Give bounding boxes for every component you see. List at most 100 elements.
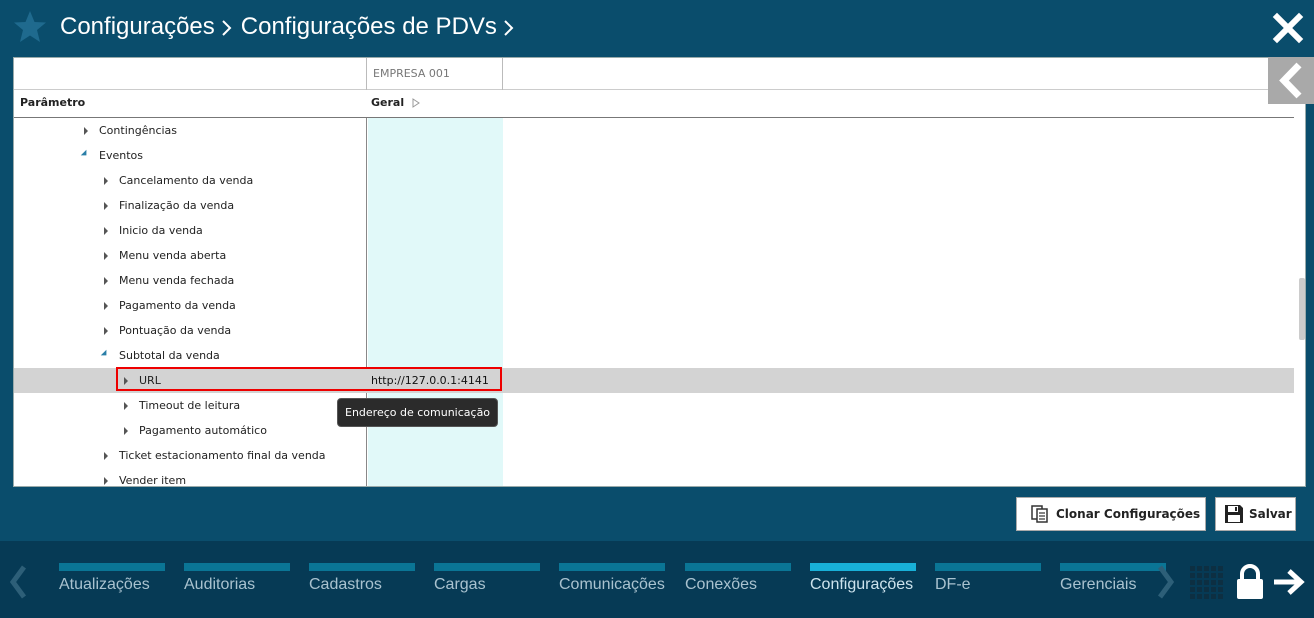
nav-item-gerenciais[interactable]: Gerenciais bbox=[1060, 563, 1166, 603]
nav-next-icon[interactable] bbox=[1156, 565, 1176, 599]
tree-row-label: Vender item bbox=[119, 474, 187, 487]
tree-row-pagamento[interactable]: Pagamento da venda bbox=[14, 293, 1294, 318]
expand-arrow-icon[interactable] bbox=[124, 377, 128, 385]
parametro-header: Parâmetro bbox=[20, 96, 86, 109]
tree-row-url[interactable]: URL http://127.0.0.1:4141 bbox=[14, 368, 1294, 393]
nav-bar bbox=[434, 563, 540, 571]
nav-label: Gerenciais bbox=[1060, 576, 1137, 593]
expand-arrow-icon[interactable] bbox=[84, 127, 88, 135]
collapse-panel-button[interactable] bbox=[1268, 57, 1314, 104]
breadcrumb-item-configuracoes[interactable]: Configurações bbox=[60, 13, 215, 41]
nav-label: Cadastros bbox=[309, 576, 382, 593]
clone-button-label: Clonar Configurações bbox=[1056, 507, 1201, 521]
nav-item-cadastros[interactable]: Cadastros bbox=[309, 563, 415, 603]
nav-bar bbox=[184, 563, 290, 571]
tree-row-label: Inicio da venda bbox=[119, 224, 203, 237]
tree-row-inicio[interactable]: Inicio da venda bbox=[14, 218, 1294, 243]
nav-item-auditorias[interactable]: Auditorias bbox=[184, 563, 290, 603]
tree-row-menu-fechada[interactable]: Menu venda fechada bbox=[14, 268, 1294, 293]
expand-arrow-icon[interactable] bbox=[104, 477, 108, 485]
star-icon[interactable] bbox=[13, 10, 47, 44]
nav-label: Comunicações bbox=[559, 576, 665, 593]
header: Configurações Configurações de PDVs bbox=[0, 0, 1314, 56]
nav-bar bbox=[685, 563, 791, 571]
expand-arrow-icon[interactable] bbox=[104, 202, 108, 210]
nav-bar bbox=[59, 563, 165, 571]
tree-row-subtotal[interactable]: Subtotal da venda bbox=[14, 343, 1294, 368]
nav-bar bbox=[559, 563, 665, 571]
clone-config-button[interactable]: Clonar Configurações bbox=[1016, 497, 1206, 531]
breadcrumb: Configurações Configurações de PDVs bbox=[60, 10, 523, 44]
floppy-disk-icon bbox=[1225, 505, 1243, 523]
expand-arrow-icon[interactable] bbox=[124, 427, 128, 435]
chevron-left-icon bbox=[1279, 62, 1302, 99]
expand-arrow-icon[interactable] bbox=[104, 277, 108, 285]
tree-row-vender-item[interactable]: Vender item bbox=[14, 468, 1294, 487]
expand-right-icon[interactable] bbox=[412, 97, 421, 108]
config-grid: EMPRESA 001 Parâmetro Geral Contingência… bbox=[13, 57, 1306, 487]
tree-row-label: Menu venda aberta bbox=[119, 249, 227, 262]
vertical-scrollbar[interactable] bbox=[1296, 118, 1305, 486]
nav-bar bbox=[935, 563, 1041, 571]
expand-arrow-icon[interactable] bbox=[104, 302, 108, 310]
nav-label: Cargas bbox=[434, 576, 486, 593]
expand-arrow-icon[interactable] bbox=[104, 177, 108, 185]
nav-item-conexoes[interactable]: Conexões bbox=[685, 563, 791, 603]
scrollbar-thumb[interactable] bbox=[1299, 278, 1305, 340]
expand-arrow-icon[interactable] bbox=[104, 227, 108, 235]
tree-row-label: Ticket estacionamento final da venda bbox=[119, 449, 326, 462]
apps-grid-icon[interactable] bbox=[1190, 566, 1224, 600]
tree-row-timeout[interactable]: Timeout de leitura bbox=[14, 393, 1294, 418]
column-header bbox=[14, 90, 1294, 118]
lock-icon[interactable] bbox=[1236, 564, 1264, 600]
geral-header[interactable]: Geral bbox=[371, 96, 421, 109]
empresa-column-header[interactable]: EMPRESA 001 bbox=[366, 58, 503, 90]
url-value[interactable]: http://127.0.0.1:4141 bbox=[371, 374, 489, 387]
tree-row-label: Cancelamento da venda bbox=[119, 174, 254, 187]
save-button[interactable]: Salvar bbox=[1215, 497, 1296, 531]
nav-label: Atualizações bbox=[59, 576, 150, 593]
tree-row-label: Timeout de leitura bbox=[139, 399, 241, 412]
tree-row-ticket[interactable]: Ticket estacionamento final da venda bbox=[14, 443, 1294, 468]
tree-row-label: Pagamento da venda bbox=[119, 299, 236, 312]
nav-label: Auditorias bbox=[184, 576, 256, 593]
expand-arrow-icon[interactable] bbox=[104, 252, 108, 260]
tree-row-label: Menu venda fechada bbox=[119, 274, 235, 287]
nav-label: Conexões bbox=[685, 576, 758, 593]
nav-item-atualizacoes[interactable]: Atualizações bbox=[59, 563, 165, 603]
nav-bar bbox=[309, 563, 415, 571]
tree-row-label: Pagamento automático bbox=[139, 424, 267, 437]
nav-label: Configurações bbox=[810, 576, 914, 593]
collapse-arrow-icon[interactable] bbox=[100, 349, 110, 359]
nav-label: DF-e bbox=[935, 576, 971, 593]
expand-arrow-icon[interactable] bbox=[104, 452, 108, 460]
nav-item-comunicacoes[interactable]: Comunicações bbox=[559, 563, 665, 603]
nav-item-cargas[interactable]: Cargas bbox=[434, 563, 540, 603]
tree-row-pontuacao[interactable]: Pontuação da venda bbox=[14, 318, 1294, 343]
tree-row-contingencias[interactable]: Contingências bbox=[14, 118, 1294, 143]
bottom-nav: Atualizações Auditorias Cadastros Cargas… bbox=[0, 541, 1314, 618]
nav-prev-icon[interactable] bbox=[8, 565, 28, 599]
close-icon[interactable] bbox=[1272, 12, 1304, 44]
nav-bar bbox=[1060, 563, 1166, 571]
tooltip: Endereço de comunicação bbox=[337, 398, 499, 427]
nav-item-configuracoes[interactable]: Configurações bbox=[810, 563, 916, 603]
tree-row-pagamento-automatico[interactable]: Pagamento automático bbox=[14, 418, 1294, 443]
tree-row-finalizacao[interactable]: Finalização da venda bbox=[14, 193, 1294, 218]
tree-row-label: Pontuação da venda bbox=[119, 324, 232, 337]
tree-row-menu-aberta[interactable]: Menu venda aberta bbox=[14, 243, 1294, 268]
tree-row-eventos[interactable]: Eventos bbox=[14, 143, 1294, 168]
breadcrumb-item-configuracoes-pdvs[interactable]: Configurações de PDVs bbox=[241, 13, 497, 41]
nav-item-dfe[interactable]: DF-e bbox=[935, 563, 1041, 603]
collapse-arrow-icon[interactable] bbox=[80, 149, 90, 159]
chevron-right-icon bbox=[497, 10, 523, 44]
expand-arrow-icon[interactable] bbox=[104, 327, 108, 335]
tree-row-label: Eventos bbox=[99, 149, 143, 162]
tree-row-label: Contingências bbox=[99, 124, 178, 137]
logout-arrow-icon[interactable] bbox=[1272, 567, 1306, 597]
expand-arrow-icon[interactable] bbox=[124, 402, 128, 410]
save-button-label: Salvar bbox=[1249, 507, 1292, 521]
tree-row-cancelamento[interactable]: Cancelamento da venda bbox=[14, 168, 1294, 193]
tree-row-label: Subtotal da venda bbox=[119, 349, 220, 362]
tree-row-label: URL bbox=[139, 374, 161, 387]
